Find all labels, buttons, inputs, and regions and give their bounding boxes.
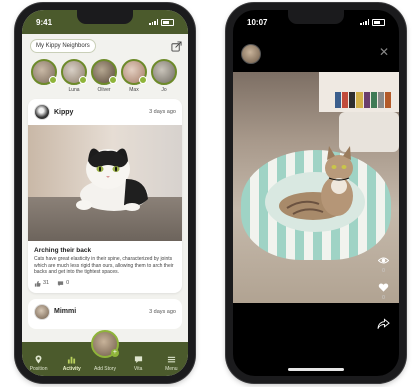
post-header: Mimmi 3 days ago (28, 299, 182, 325)
story-screen: 10:07 ✕ 0 0 (233, 10, 399, 376)
phone-right: 10:07 ✕ 0 0 (226, 3, 406, 383)
thumbs-up-icon (34, 280, 41, 287)
feed-header: My Kippy Neighbors (22, 34, 188, 55)
post-caption-body: Cats have great elasticity in their spin… (34, 256, 174, 275)
avatar[interactable] (241, 44, 261, 64)
comment-button[interactable]: 0 (57, 280, 69, 287)
nav-activity[interactable]: Activity (59, 355, 85, 372)
nav-add-story-label: Add Story (93, 366, 116, 372)
post-header: Kippy 3 days ago (28, 99, 182, 125)
menu-icon (167, 356, 175, 363)
battery-icon (372, 18, 385, 26)
chat-icon (134, 356, 142, 364)
close-icon[interactable]: ✕ (379, 46, 389, 58)
notch (77, 10, 133, 24)
story-online-dot (79, 76, 87, 84)
story-label: Oliver (97, 87, 111, 93)
bottom-nav: Position Activity + Add Story Vita Menu (22, 330, 188, 376)
status-icons (149, 18, 174, 26)
story-photo[interactable] (233, 72, 399, 303)
post-date: 3 days ago (149, 109, 176, 115)
post-author[interactable]: Kippy (34, 104, 73, 120)
story-label: Luna (68, 87, 80, 93)
notch (288, 10, 344, 24)
cat-illustration (76, 148, 148, 211)
story-side-actions: 0 0 (378, 255, 389, 307)
avatar (34, 104, 50, 120)
phone-left: 9:41 My Kippy Neighbors Luna Oliver Max … (15, 3, 195, 383)
home-indicator (288, 368, 344, 371)
story-avatar (121, 59, 147, 85)
bar-chart-icon (68, 356, 76, 364)
story-label: Max (129, 87, 139, 93)
post-date: 3 days ago (149, 308, 176, 315)
story-avatar (31, 59, 57, 85)
like-count: 31 (43, 280, 50, 286)
post-caption-title: Arching their back (34, 247, 92, 254)
eye-icon[interactable] (378, 255, 389, 266)
nav-add-story[interactable]: + Add Story (90, 330, 119, 372)
status-time: 10:07 (247, 17, 268, 27)
share-icon[interactable] (171, 40, 182, 52)
nav-menu-label: Menu (165, 366, 178, 372)
post-author-name: Mimmi (54, 308, 77, 315)
plus-icon: + (110, 349, 119, 357)
battery-icon (161, 18, 174, 26)
likes-count: 0 (382, 295, 385, 301)
post-photo[interactable] (28, 125, 182, 241)
status-icons (360, 18, 385, 26)
post-reactions: 31 0 (28, 276, 182, 293)
story-item[interactable]: Jo (151, 59, 177, 93)
nav-position-label: Position (29, 366, 48, 372)
avatar: + (90, 330, 119, 358)
status-time: 9:41 (36, 17, 53, 27)
story-item[interactable] (31, 59, 57, 93)
post-author[interactable]: Mimmi (34, 303, 77, 320)
nav-vita-label: Vita (133, 366, 143, 372)
comment-count: 0 (66, 280, 70, 286)
comment-icon (58, 280, 64, 286)
avatar (34, 303, 50, 320)
post-card: Mimmi 3 days ago (28, 298, 182, 329)
story-avatar (61, 59, 87, 85)
story-item[interactable]: Luna (61, 59, 87, 93)
post-author-name: Kippy (54, 108, 74, 116)
story-top-bar: ✕ (233, 40, 399, 66)
nav-activity-label: Activity (62, 366, 81, 372)
story-label: Jo (161, 87, 167, 93)
nav-position[interactable]: Position (26, 355, 52, 372)
signal-icon (149, 19, 158, 25)
stories-row: Luna Oliver Max Jo (22, 55, 188, 93)
story-item[interactable]: Oliver (91, 59, 117, 93)
views-count: 0 (382, 268, 385, 274)
story-item[interactable]: Max (121, 59, 147, 93)
books-shape (335, 92, 391, 108)
post-card: Kippy 3 days ago Arching their back Cats… (28, 99, 182, 293)
signal-icon (360, 19, 369, 25)
feed-screen: 9:41 My Kippy Neighbors Luna Oliver Max … (22, 10, 188, 376)
story-avatar (91, 59, 117, 85)
bookshelf-shape (319, 72, 399, 112)
location-pin-icon (35, 355, 42, 364)
like-button[interactable]: 31 (34, 280, 49, 287)
story-avatar (151, 59, 177, 85)
share-arrow-icon[interactable] (377, 318, 390, 330)
nav-menu[interactable]: Menu (158, 355, 184, 372)
cat-illustration (279, 146, 353, 220)
story-online-dot (139, 76, 147, 84)
story-online-dot (49, 76, 57, 84)
heart-icon[interactable] (378, 282, 389, 293)
story-online-dot (109, 76, 117, 84)
nav-vita[interactable]: Vita (125, 355, 151, 372)
group-selector[interactable]: My Kippy Neighbors (30, 39, 96, 53)
